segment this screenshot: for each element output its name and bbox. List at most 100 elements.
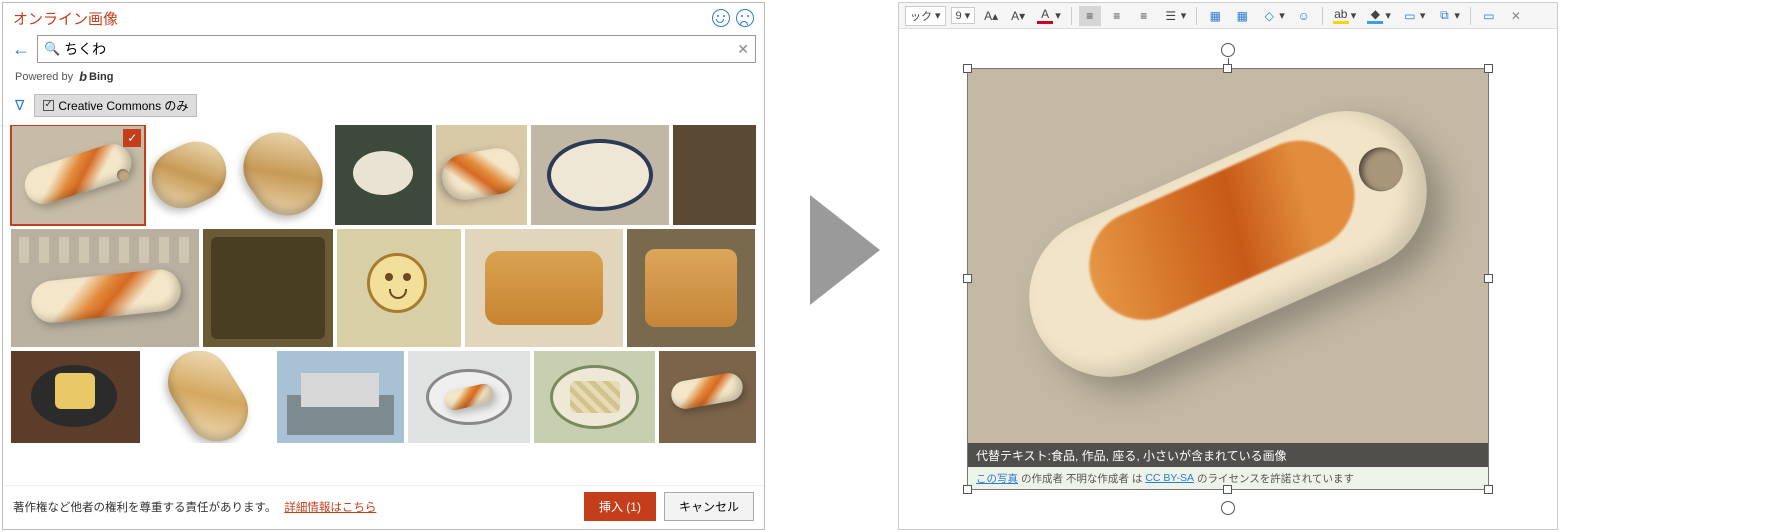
arrange-icon: ⧉ <box>1436 8 1452 24</box>
filter-icon[interactable]: ∇ <box>15 97 24 114</box>
result-thumb[interactable] <box>335 125 432 225</box>
font-size-value: 9 <box>956 10 962 22</box>
font-name-dropdown[interactable]: ック ▾ <box>905 6 946 26</box>
result-thumb[interactable] <box>203 229 333 347</box>
result-thumb[interactable] <box>149 125 228 225</box>
result-thumb[interactable] <box>144 351 273 443</box>
alt-text-label: 代替テキスト: <box>976 447 1051 464</box>
resize-handle[interactable] <box>963 64 972 73</box>
results-row-1: ✓ <box>11 125 756 225</box>
delete-button[interactable]: ✕ <box>1505 6 1527 26</box>
search-box[interactable]: 🔍 ✕ <box>37 35 756 63</box>
chevron-down-icon: ▾ <box>935 9 941 22</box>
powered-by-label: Powered by <box>15 71 73 83</box>
feedback-icons <box>712 9 754 27</box>
font-color-icon: A <box>1037 8 1053 24</box>
resize-handle[interactable] <box>1484 485 1493 494</box>
resize-handle[interactable] <box>963 485 972 494</box>
dialog-title: オンライン画像 <box>13 8 712 29</box>
bing-label: Bing <box>89 71 113 83</box>
highlight-icon: ab <box>1333 8 1349 24</box>
resize-handle[interactable] <box>963 274 972 283</box>
align-center-button[interactable]: ≡ <box>1106 6 1128 26</box>
dialog-header: オンライン画像 <box>3 3 764 31</box>
chevron-down-icon: ▾ <box>965 9 971 22</box>
align-left-icon: ≡ <box>1082 8 1098 24</box>
result-thumb[interactable] <box>531 125 669 225</box>
delete-icon: ✕ <box>1508 8 1524 24</box>
results-row-3 <box>11 351 756 443</box>
highlight-button[interactable]: ab▾ <box>1330 6 1360 26</box>
insert-icon-button[interactable]: ☺ <box>1293 6 1315 26</box>
resize-handle[interactable] <box>1223 485 1232 494</box>
bullets-button[interactable]: ☰▾ <box>1160 6 1190 26</box>
insert-picture-button[interactable]: ▦ <box>1204 6 1226 26</box>
result-thumb[interactable] <box>11 229 199 347</box>
align-left-button[interactable]: ≡ <box>1079 6 1101 26</box>
result-thumb[interactable] <box>465 229 623 347</box>
result-thumb[interactable] <box>534 351 655 443</box>
search-row: ← 🔍 ✕ <box>3 31 764 67</box>
flow-arrow-icon <box>810 195 880 305</box>
rotate-handle-bottom[interactable] <box>1221 501 1235 515</box>
line-color-button[interactable]: ▭▾ <box>1399 6 1429 26</box>
feedback-smile-icon[interactable] <box>712 9 730 27</box>
attribution-license-link[interactable]: CC BY-SA <box>1145 472 1194 484</box>
cancel-button[interactable]: キャンセル <box>664 492 754 521</box>
selected-check-icon: ✓ <box>123 129 141 147</box>
shrink-font-button[interactable]: A▾ <box>1007 6 1029 26</box>
insert-button[interactable]: 挿入 (1) <box>584 492 656 521</box>
copyright-text: 著作権など他者の権利を尊重する責任があります。 <box>13 499 276 515</box>
clear-search-icon[interactable]: ✕ <box>737 41 749 58</box>
result-thumb[interactable] <box>673 125 756 225</box>
rotate-handle-top[interactable] <box>1221 43 1235 57</box>
font-color-button[interactable]: A▾ <box>1034 6 1064 26</box>
separator <box>1196 7 1197 25</box>
online-pictures-dialog: オンライン画像 ← 🔍 ✕ Powered by b Bing ∇ Creati… <box>2 2 765 530</box>
result-thumb-selected[interactable]: ✓ <box>11 125 145 225</box>
align-right-button[interactable]: ≡ <box>1133 6 1155 26</box>
result-thumb[interactable] <box>436 125 527 225</box>
shape-icon: ◇ <box>1261 8 1277 24</box>
search-icon: 🔍 <box>44 41 60 57</box>
back-button[interactable]: ← <box>11 39 31 60</box>
result-thumb[interactable] <box>659 351 756 443</box>
result-thumb[interactable] <box>232 125 331 225</box>
shrink-font-icon: A▾ <box>1010 8 1026 24</box>
bullets-icon: ☰ <box>1163 8 1179 24</box>
attribution-suffix: のライセンスを許諾されています <box>1197 471 1354 486</box>
arrange-button[interactable]: ⧉▾ <box>1433 6 1463 26</box>
inserted-image[interactable]: 代替テキスト: 食品, 作品, 座る, 小さいが含まれている画像 この写真 の作… <box>968 69 1488 489</box>
caption-button[interactable]: ▭ <box>1478 6 1500 26</box>
result-thumb[interactable] <box>277 351 404 443</box>
font-size-dropdown[interactable]: 9 ▾ <box>951 7 976 24</box>
separator <box>1322 7 1323 25</box>
more-info-link[interactable]: 詳細情報はこちら <box>284 499 376 515</box>
separator <box>1071 7 1072 25</box>
attribution-photo-link[interactable]: この写真 <box>976 471 1018 486</box>
line-icon: ▭ <box>1402 8 1418 24</box>
result-thumb[interactable] <box>408 351 529 443</box>
resize-handle[interactable] <box>1223 64 1232 73</box>
document-editor: ック ▾ 9 ▾ A▴ A▾ A▾ ≡ ≡ ≡ ☰▾ ▦ ▦ ◇▾ ☺ ab▾ … <box>898 2 1558 530</box>
result-thumb[interactable] <box>11 351 140 443</box>
resize-handle[interactable] <box>1484 274 1493 283</box>
filter-row: ∇ Creative Commons のみ <box>3 90 764 125</box>
results-grid: ✓ <box>3 125 764 485</box>
ribbon-toolbar: ック ▾ 9 ▾ A▴ A▾ A▾ ≡ ≡ ≡ ☰▾ ▦ ▦ ◇▾ ☺ ab▾ … <box>899 3 1557 29</box>
feedback-sad-icon[interactable] <box>736 9 754 27</box>
resize-handle[interactable] <box>1484 64 1493 73</box>
grow-font-button[interactable]: A▴ <box>980 6 1002 26</box>
insert-shape-button[interactable]: ◇▾ <box>1258 6 1288 26</box>
cc-only-filter[interactable]: Creative Commons のみ <box>34 94 197 117</box>
checkmark-icon <box>43 100 54 111</box>
insert-online-picture-button[interactable]: ▦ <box>1231 6 1253 26</box>
document-canvas[interactable]: 代替テキスト: 食品, 作品, 座る, 小さいが含まれている画像 この写真 の作… <box>899 29 1557 529</box>
search-input[interactable] <box>64 41 737 57</box>
chikuwa-hole <box>1352 140 1410 198</box>
result-thumb[interactable] <box>627 229 755 347</box>
align-right-icon: ≡ <box>1136 8 1152 24</box>
fill-color-button[interactable]: ◆▾ <box>1364 6 1394 26</box>
result-thumb[interactable] <box>337 229 461 347</box>
powered-by-row: Powered by b Bing <box>3 67 764 90</box>
